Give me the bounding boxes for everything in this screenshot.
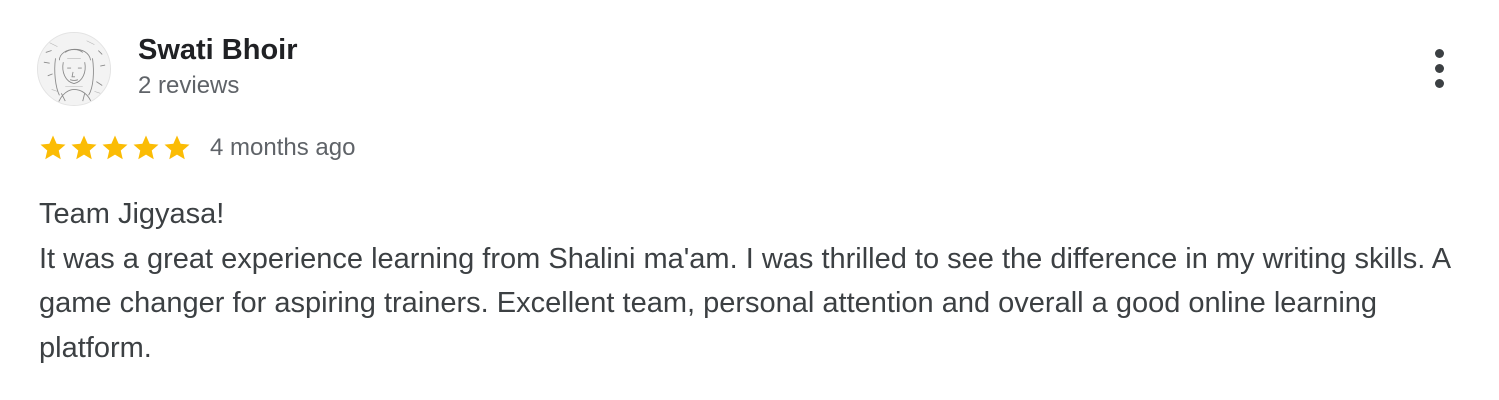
star-icon	[162, 133, 192, 163]
vertical-dots-icon-dot-3	[1434, 78, 1444, 88]
star-rating	[38, 133, 193, 163]
star-icon	[38, 133, 68, 163]
review-count[interactable]: 2 reviews	[138, 70, 239, 102]
avatar[interactable]	[37, 32, 111, 106]
vertical-dots-icon-dot-2	[1434, 63, 1444, 73]
rating-row: 4 months ago	[38, 128, 355, 168]
star-icon	[131, 133, 161, 163]
reviewer-name[interactable]: Swati Bhoir	[138, 30, 298, 70]
star-icon	[100, 133, 130, 163]
review-time: 4 months ago	[210, 134, 356, 161]
sketch-portrait-avatar-icon	[38, 33, 110, 105]
review-greeting: Team Jigyasa!	[39, 198, 225, 230]
review-body: It was a great experience learning from …	[39, 242, 1450, 364]
review-card: Swati Bhoir 2 reviews 4 months ago Team …	[0, 0, 1499, 400]
star-icon	[69, 133, 99, 163]
more-options-button[interactable]	[1418, 44, 1460, 92]
vertical-dots-icon	[1434, 48, 1444, 58]
review-text: Team Jigyasa! It was a great experience …	[39, 192, 1469, 370]
